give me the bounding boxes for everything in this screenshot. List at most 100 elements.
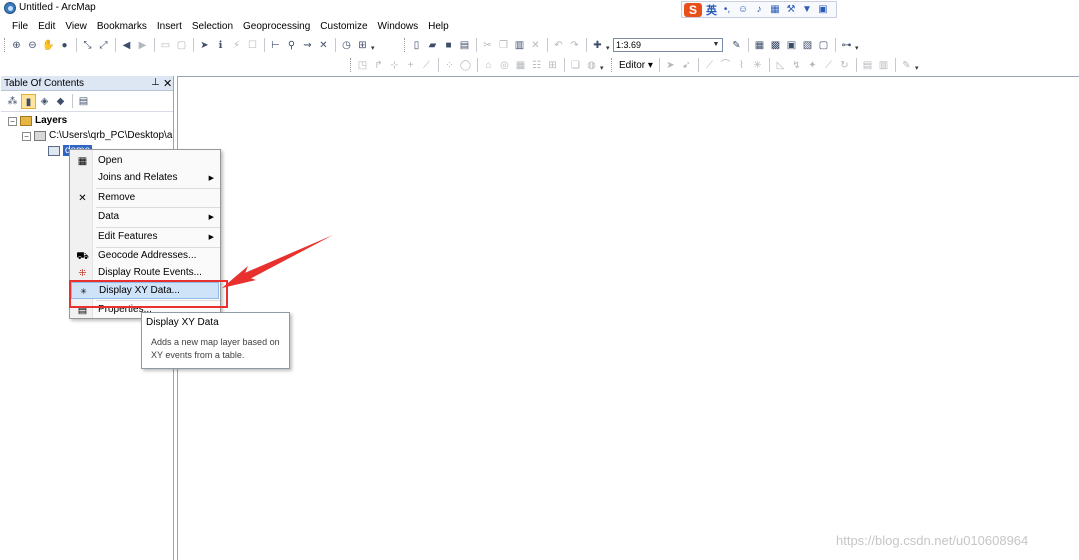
toolbar-overflow-chevron-icon[interactable]: ▾ — [855, 38, 862, 52]
chevron-down-icon[interactable]: ▼ — [711, 40, 721, 50]
back-extent-icon[interactable]: ◀ — [119, 38, 134, 53]
reshape-icon[interactable]: ↯ — [789, 58, 804, 73]
open-document-icon[interactable]: ▰ — [425, 38, 440, 53]
layout-tool-icon[interactable]: ⊞ — [545, 58, 560, 73]
toolbar-grip[interactable] — [4, 38, 7, 52]
map-display[interactable] — [177, 76, 1079, 560]
line-tool-icon[interactable]: ⟋ — [419, 58, 434, 73]
rectangle-tool-icon[interactable]: ◳ — [355, 58, 370, 73]
delete-icon[interactable]: ✕ — [528, 38, 543, 53]
zoom-in-icon[interactable]: ⊕ — [9, 38, 24, 53]
ime-mode-label[interactable]: 英 — [706, 2, 717, 18]
trace-icon[interactable]: ⌇ — [734, 58, 749, 73]
rotate-tool-icon[interactable]: ↱ — [371, 58, 386, 73]
toolbar-overflow-chevron-icon[interactable]: ▾ — [915, 58, 922, 72]
collapse-folder-icon[interactable]: − — [22, 132, 31, 141]
menu-customize[interactable]: Customize — [315, 19, 372, 35]
menu-insert[interactable]: Insert — [152, 19, 187, 35]
grid-menu-icon[interactable]: ▣ — [817, 4, 829, 16]
toc-options-icon[interactable]: ▤ — [76, 94, 91, 109]
circle-tool-icon[interactable]: ◯ — [458, 58, 473, 73]
menu-bookmarks[interactable]: Bookmarks — [92, 19, 152, 35]
cross-tool-icon[interactable]: + — [403, 58, 418, 73]
menu-geoprocessing[interactable]: Geoprocessing — [238, 19, 315, 35]
hyperlink-icon[interactable]: ⚡ — [229, 38, 244, 53]
menu-item-edit-features[interactable]: Edit Features ▶ — [71, 229, 219, 246]
menu-file[interactable]: File — [7, 19, 33, 35]
python-window-icon[interactable]: ▢ — [816, 38, 831, 53]
select-by-graphics-icon[interactable]: ▭ — [158, 38, 173, 53]
sogou-logo-icon[interactable]: S — [684, 2, 702, 17]
close-icon[interactable]: ✕ — [163, 77, 172, 90]
edit-annotation-icon[interactable]: ➹ — [679, 58, 694, 73]
split-icon[interactable]: ⟋ — [821, 58, 836, 73]
modelbuilder-icon[interactable]: ⊶ — [839, 38, 854, 53]
list-by-selection-icon[interactable]: ◆ — [53, 94, 68, 109]
clear-selection-icon[interactable]: ▢ — [174, 38, 189, 53]
select-elements-icon[interactable]: ➤ — [197, 38, 212, 53]
emoji-icon[interactable]: ☺ — [737, 4, 749, 16]
editor-menu-button[interactable]: Editor ▾ — [616, 60, 656, 71]
table-of-contents-icon[interactable]: ▦ — [752, 38, 767, 53]
go-to-xy-icon[interactable]: ✕ — [316, 38, 331, 53]
menu-edit[interactable]: Edit — [33, 19, 60, 35]
undo-icon[interactable]: ↶ — [551, 38, 566, 53]
workspace-path-label[interactable]: C:\Users\qrb_PC\Desktop\a — [49, 130, 172, 141]
toolbar-grip[interactable] — [350, 58, 353, 72]
punctuation-icon[interactable]: •, — [721, 4, 733, 16]
cut-icon[interactable]: ✂ — [480, 38, 495, 53]
add-data-icon[interactable]: ✚ — [590, 38, 605, 53]
menu-item-data[interactable]: Data ▶ — [71, 209, 219, 226]
time-slider-icon[interactable]: ◷ — [339, 38, 354, 53]
new-document-icon[interactable]: ▯ — [409, 38, 424, 53]
toolbar-grip[interactable] — [404, 38, 407, 52]
toolbox-icon[interactable]: ⚒ — [785, 4, 797, 16]
end-point-arc-icon[interactable]: ⌒ — [718, 58, 733, 73]
menu-selection[interactable]: Selection — [187, 19, 238, 35]
toolbar-overflow-chevron-icon[interactable]: ▾ — [600, 58, 607, 72]
scale-tool-icon[interactable]: ⊹ — [387, 58, 402, 73]
add-data-dropdown-icon[interactable]: ▾ — [606, 38, 613, 52]
skin-icon[interactable]: ▼ — [801, 4, 813, 16]
list-by-source-icon[interactable]: ▮ — [21, 93, 36, 109]
menu-view[interactable]: View — [60, 19, 92, 35]
sketch-properties-icon[interactable]: ▥ — [876, 58, 891, 73]
edit-tool-icon[interactable]: ➤ — [663, 58, 678, 73]
search-window-icon[interactable]: ▣ — [784, 38, 799, 53]
full-extent-icon[interactable]: ● — [57, 38, 72, 53]
pin-icon[interactable]: ⊥ — [151, 77, 160, 88]
straight-segment-icon[interactable]: ⟋ — [702, 58, 717, 73]
group-tool-icon[interactable]: ❑ — [568, 58, 583, 73]
cut-polygons-icon[interactable]: ✦ — [805, 58, 820, 73]
save-icon[interactable]: ■ — [441, 38, 456, 53]
fixed-zoom-out-icon[interactable]: ⤢ — [96, 38, 111, 53]
edit-vertices-icon[interactable]: ◺ — [773, 58, 788, 73]
toolbar-grip[interactable] — [611, 58, 614, 72]
map-scale-combobox[interactable]: 1:3.69 ▼ — [613, 38, 723, 52]
menu-item-open[interactable]: ▦ Open — [71, 153, 219, 170]
forward-extent-icon[interactable]: ▶ — [135, 38, 150, 53]
find-route-icon[interactable]: ⇝ — [300, 38, 315, 53]
list-by-drawing-order-icon[interactable]: ⁂ — [5, 94, 20, 109]
menu-item-joins-and-relates[interactable]: Joins and Relates ▶ — [71, 170, 219, 187]
fixed-zoom-in-icon[interactable]: ⤡ — [80, 38, 95, 53]
globe-tool-icon[interactable]: ◎ — [497, 58, 512, 73]
list-by-visibility-icon[interactable]: ◈ — [37, 94, 52, 109]
arctoolbox-icon[interactable]: ▧ — [800, 38, 815, 53]
identify-icon[interactable]: ℹ — [213, 38, 228, 53]
grid-tool-icon[interactable]: ▦ — [513, 58, 528, 73]
menu-windows[interactable]: Windows — [373, 19, 424, 35]
collapse-layers-icon[interactable]: − — [8, 117, 17, 126]
html-popup-icon[interactable]: ☐ — [245, 38, 260, 53]
measure-icon[interactable]: ⊢ — [268, 38, 283, 53]
table-tool-icon[interactable]: ☷ — [529, 58, 544, 73]
print-icon[interactable]: ▤ — [457, 38, 472, 53]
keyboard-icon[interactable]: ▦ — [769, 4, 781, 16]
paste-icon[interactable]: ▥ — [512, 38, 527, 53]
rotate-icon[interactable]: ↻ — [837, 58, 852, 73]
menu-item-geocode-addresses[interactable]: ⛟ Geocode Addresses... — [71, 248, 219, 265]
menu-item-remove[interactable]: ✕ Remove — [71, 190, 219, 207]
microphone-icon[interactable]: ♪ — [753, 4, 765, 16]
zoom-out-icon[interactable]: ⊖ — [25, 38, 40, 53]
editor-toolbar-icon[interactable]: ✎ — [729, 38, 744, 53]
